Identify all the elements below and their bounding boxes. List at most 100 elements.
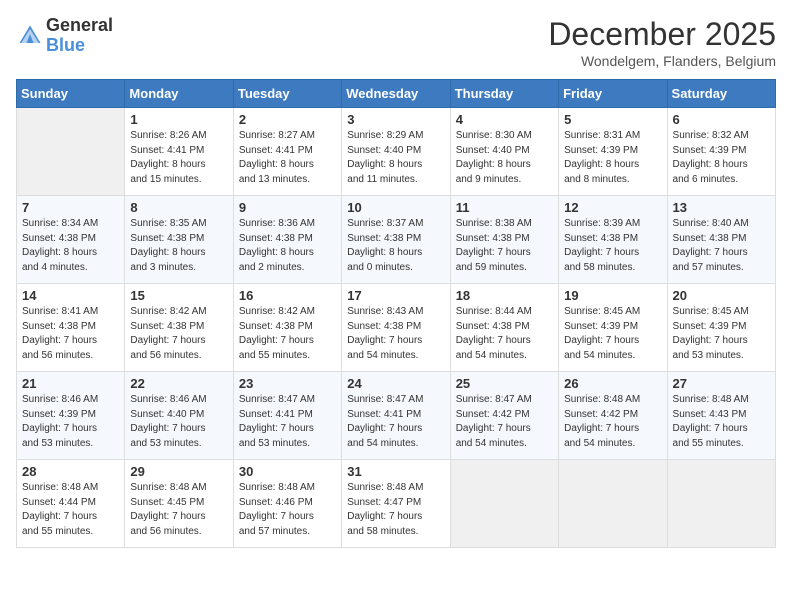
day-info: Sunrise: 8:48 AM Sunset: 4:47 PM Dayligh…: [347, 481, 444, 539]
day-cell: 18 Sunrise: 8:44 AM Sunset: 4:38 PM Dayli…: [450, 284, 558, 372]
day-number: 10: [347, 200, 444, 215]
day-number: 17: [347, 288, 444, 303]
day-number: 18: [456, 288, 553, 303]
header-row: SundayMondayTuesdayWednesdayThursdayFrid…: [17, 80, 776, 108]
day-number: 20: [673, 288, 770, 303]
day-number: 11: [456, 200, 553, 215]
day-info: Sunrise: 8:48 AM Sunset: 4:45 PM Dayligh…: [130, 481, 227, 539]
day-number: 25: [456, 376, 553, 391]
day-cell: 21 Sunrise: 8:46 AM Sunset: 4:39 PM Dayli…: [17, 372, 125, 460]
day-number: 19: [564, 288, 661, 303]
day-number: 21: [22, 376, 119, 391]
header-cell-sunday: Sunday: [17, 80, 125, 108]
day-number: 9: [239, 200, 336, 215]
day-number: 13: [673, 200, 770, 215]
day-cell: 14 Sunrise: 8:41 AM Sunset: 4:38 PM Dayli…: [17, 284, 125, 372]
day-cell: 1 Sunrise: 8:26 AM Sunset: 4:41 PM Daylig…: [125, 108, 233, 196]
day-cell: 16Sunrise: 8:42 AM Sunset: 4:38 PM Dayli…: [233, 284, 341, 372]
day-info: Sunrise: 8:37 AM Sunset: 4:38 PM Dayligh…: [347, 217, 444, 275]
header-cell-monday: Monday: [125, 80, 233, 108]
day-number: 15: [130, 288, 227, 303]
day-cell: 29 Sunrise: 8:48 AM Sunset: 4:45 PM Dayli…: [125, 460, 233, 548]
day-info: Sunrise: 8:35 AM Sunset: 4:38 PM Dayligh…: [130, 217, 227, 275]
logo-text: General Blue: [46, 16, 113, 56]
day-info: Sunrise: 8:42 AM Sunset: 4:38 PM Dayligh…: [130, 305, 227, 363]
day-cell: 22Sunrise: 8:46 AM Sunset: 4:40 PM Dayli…: [125, 372, 233, 460]
day-info: Sunrise: 8:36 AM Sunset: 4:38 PM Dayligh…: [239, 217, 336, 275]
location: Wondelgem, Flanders, Belgium: [548, 53, 776, 69]
day-cell: 11 Sunrise: 8:38 AM Sunset: 4:38 PM Dayli…: [450, 196, 558, 284]
day-info: Sunrise: 8:26 AM Sunset: 4:41 PM Dayligh…: [130, 129, 227, 187]
day-info: Sunrise: 8:38 AM Sunset: 4:38 PM Dayligh…: [456, 217, 553, 275]
day-info: Sunrise: 8:32 AM Sunset: 4:39 PM Dayligh…: [673, 129, 770, 187]
header-cell-thursday: Thursday: [450, 80, 558, 108]
day-number: 23: [239, 376, 336, 391]
week-row-0: 1 Sunrise: 8:26 AM Sunset: 4:41 PM Daylig…: [17, 108, 776, 196]
day-number: 16: [239, 288, 336, 303]
month-title: December 2025: [548, 16, 776, 53]
day-info: Sunrise: 8:45 AM Sunset: 4:39 PM Dayligh…: [673, 305, 770, 363]
day-cell: [450, 460, 558, 548]
day-info: Sunrise: 8:44 AM Sunset: 4:38 PM Dayligh…: [456, 305, 553, 363]
logo-icon: [16, 22, 44, 50]
day-cell: 26 Sunrise: 8:48 AM Sunset: 4:42 PM Dayli…: [559, 372, 667, 460]
day-cell: 2Sunrise: 8:27 AM Sunset: 4:41 PM Daylig…: [233, 108, 341, 196]
day-cell: 10 Sunrise: 8:37 AM Sunset: 4:38 PM Dayli…: [342, 196, 450, 284]
day-cell: 9 Sunrise: 8:36 AM Sunset: 4:38 PM Daylig…: [233, 196, 341, 284]
day-info: Sunrise: 8:46 AM Sunset: 4:40 PM Dayligh…: [130, 393, 227, 451]
week-row-1: 7 Sunrise: 8:34 AM Sunset: 4:38 PM Daylig…: [17, 196, 776, 284]
day-number: 12: [564, 200, 661, 215]
week-row-3: 21 Sunrise: 8:46 AM Sunset: 4:39 PM Dayli…: [17, 372, 776, 460]
day-cell: 6Sunrise: 8:32 AM Sunset: 4:39 PM Daylig…: [667, 108, 775, 196]
day-number: 7: [22, 200, 119, 215]
calendar-header: SundayMondayTuesdayWednesdayThursdayFrid…: [17, 80, 776, 108]
day-cell: 13 Sunrise: 8:40 AM Sunset: 4:38 PM Dayli…: [667, 196, 775, 284]
day-number: 1: [130, 112, 227, 127]
day-number: 4: [456, 112, 553, 127]
day-cell: 20 Sunrise: 8:45 AM Sunset: 4:39 PM Dayli…: [667, 284, 775, 372]
day-cell: 8 Sunrise: 8:35 AM Sunset: 4:38 PM Daylig…: [125, 196, 233, 284]
day-cell: 25 Sunrise: 8:47 AM Sunset: 4:42 PM Dayli…: [450, 372, 558, 460]
day-number: 27: [673, 376, 770, 391]
day-cell: 23 Sunrise: 8:47 AM Sunset: 4:41 PM Dayli…: [233, 372, 341, 460]
day-info: Sunrise: 8:48 AM Sunset: 4:42 PM Dayligh…: [564, 393, 661, 451]
day-cell: 24Sunrise: 8:47 AM Sunset: 4:41 PM Dayli…: [342, 372, 450, 460]
day-cell: 28Sunrise: 8:48 AM Sunset: 4:44 PM Dayli…: [17, 460, 125, 548]
day-info: Sunrise: 8:41 AM Sunset: 4:38 PM Dayligh…: [22, 305, 119, 363]
day-cell: 4Sunrise: 8:30 AM Sunset: 4:40 PM Daylig…: [450, 108, 558, 196]
header-cell-friday: Friday: [559, 80, 667, 108]
week-row-2: 14 Sunrise: 8:41 AM Sunset: 4:38 PM Dayli…: [17, 284, 776, 372]
day-number: 30: [239, 464, 336, 479]
calendar-body: 1 Sunrise: 8:26 AM Sunset: 4:41 PM Daylig…: [17, 108, 776, 548]
day-number: 14: [22, 288, 119, 303]
title-section: December 2025 Wondelgem, Flanders, Belgi…: [548, 16, 776, 69]
day-number: 28: [22, 464, 119, 479]
day-cell: 3 Sunrise: 8:29 AM Sunset: 4:40 PM Daylig…: [342, 108, 450, 196]
day-info: Sunrise: 8:29 AM Sunset: 4:40 PM Dayligh…: [347, 129, 444, 187]
day-number: 31: [347, 464, 444, 479]
day-info: Sunrise: 8:31 AM Sunset: 4:39 PM Dayligh…: [564, 129, 661, 187]
day-cell: 17Sunrise: 8:43 AM Sunset: 4:38 PM Dayli…: [342, 284, 450, 372]
day-number: 26: [564, 376, 661, 391]
day-info: Sunrise: 8:47 AM Sunset: 4:41 PM Dayligh…: [347, 393, 444, 451]
day-cell: 19Sunrise: 8:45 AM Sunset: 4:39 PM Dayli…: [559, 284, 667, 372]
day-number: 3: [347, 112, 444, 127]
day-info: Sunrise: 8:40 AM Sunset: 4:38 PM Dayligh…: [673, 217, 770, 275]
day-cell: 31 Sunrise: 8:48 AM Sunset: 4:47 PM Dayli…: [342, 460, 450, 548]
day-info: Sunrise: 8:46 AM Sunset: 4:39 PM Dayligh…: [22, 393, 119, 451]
day-cell: 30Sunrise: 8:48 AM Sunset: 4:46 PM Dayli…: [233, 460, 341, 548]
day-info: Sunrise: 8:47 AM Sunset: 4:42 PM Dayligh…: [456, 393, 553, 451]
day-number: 8: [130, 200, 227, 215]
day-cell: 5 Sunrise: 8:31 AM Sunset: 4:39 PM Daylig…: [559, 108, 667, 196]
day-cell: [559, 460, 667, 548]
header-cell-wednesday: Wednesday: [342, 80, 450, 108]
day-cell: [17, 108, 125, 196]
day-info: Sunrise: 8:39 AM Sunset: 4:38 PM Dayligh…: [564, 217, 661, 275]
day-info: Sunrise: 8:34 AM Sunset: 4:38 PM Dayligh…: [22, 217, 119, 275]
day-cell: 7 Sunrise: 8:34 AM Sunset: 4:38 PM Daylig…: [17, 196, 125, 284]
header-cell-tuesday: Tuesday: [233, 80, 341, 108]
day-info: Sunrise: 8:47 AM Sunset: 4:41 PM Dayligh…: [239, 393, 336, 451]
day-number: 5: [564, 112, 661, 127]
day-number: 29: [130, 464, 227, 479]
week-row-4: 28Sunrise: 8:48 AM Sunset: 4:44 PM Dayli…: [17, 460, 776, 548]
